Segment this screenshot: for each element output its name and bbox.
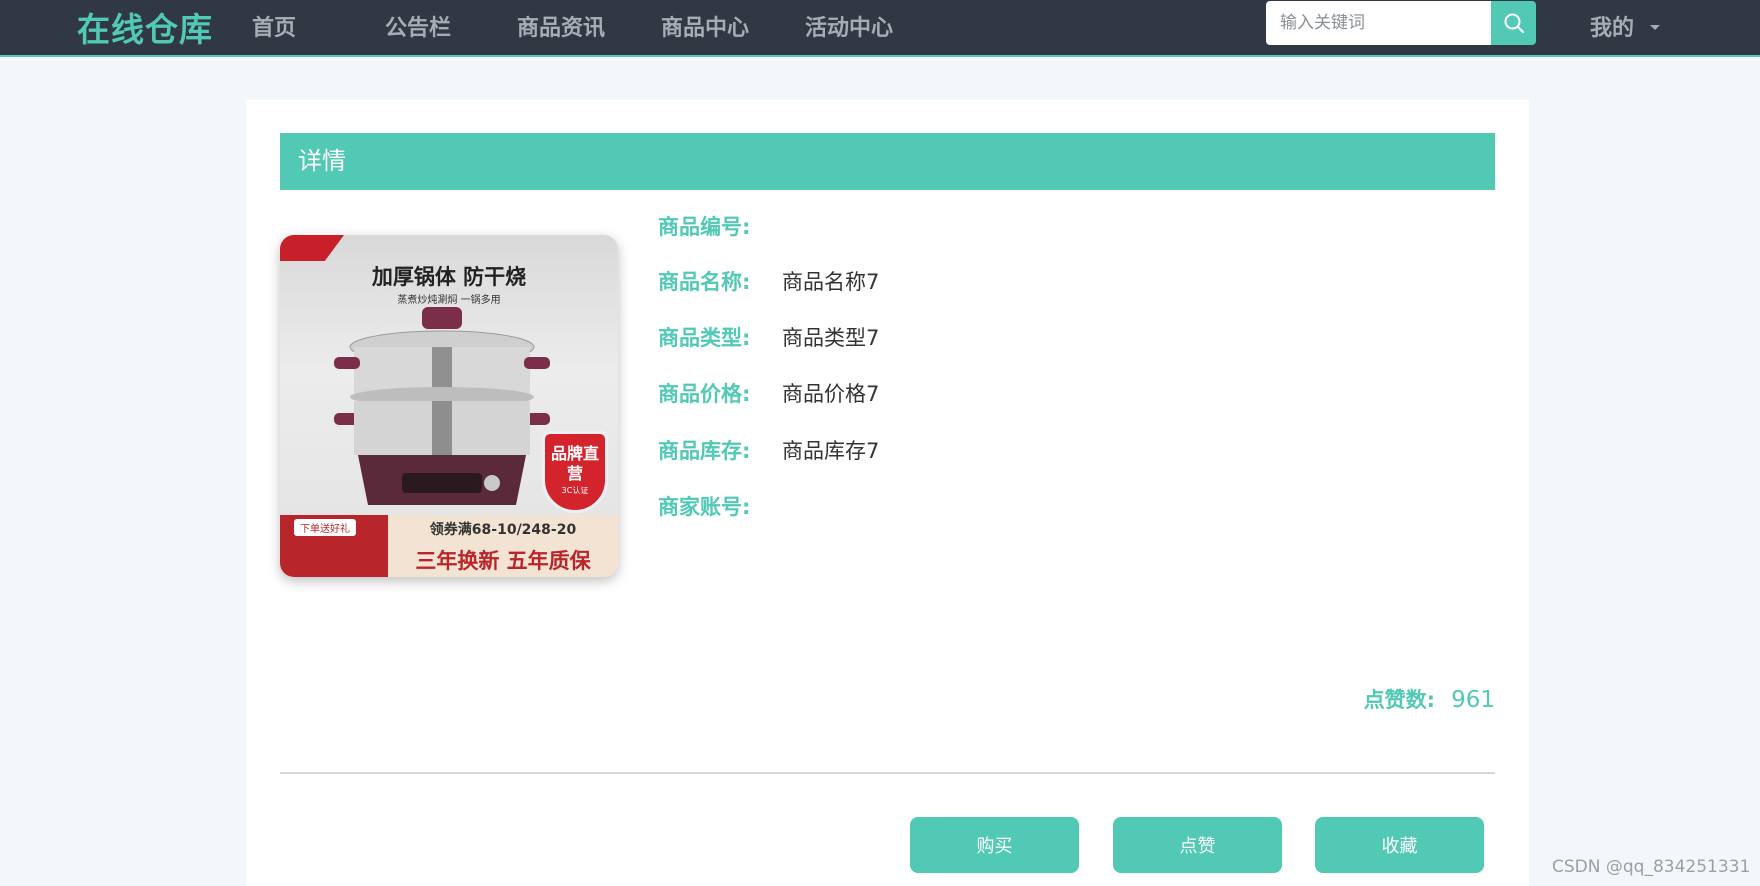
image-subline: 蒸煮炒炖涮焖 一锅多用 — [397, 295, 501, 306]
image-promo-strip: 下单送好礼 领券满68-10/248-20 三年换新 五年质保 — [280, 515, 618, 577]
detail-header: 详情 — [280, 133, 1495, 190]
warranty-text: 三年换新 五年质保 — [415, 549, 591, 573]
image-headline: 加厚锅体 防干烧 — [371, 265, 527, 289]
nav-item-news[interactable]: 商品资讯 — [517, 10, 605, 42]
brand-logo[interactable]: 在线仓库 — [77, 3, 213, 51]
field-label: 商品库存: — [658, 439, 751, 463]
nav-item-announcements[interactable]: 公告栏 — [385, 10, 451, 42]
field-label: 商品价格: — [658, 382, 751, 406]
likes-count: 点赞数: 961 — [1364, 684, 1495, 714]
field-label: 商品类型: — [658, 326, 751, 350]
brand-badge: 品牌直营 3C认证 — [542, 431, 608, 513]
detail-card: 详情 加厚锅体 防干烧 蒸煮炒炖涮焖 一锅多用 品牌直营 3C认证 下单送好礼 … — [246, 100, 1529, 886]
field-label: 商品名称: — [658, 270, 751, 294]
field-value: 商品库存7 — [782, 439, 880, 463]
user-menu-dropdown[interactable]: 我的 — [1590, 10, 1661, 42]
watermark: CSDN @qq_834251331 — [1552, 857, 1751, 877]
brand-corner-logo — [280, 235, 344, 261]
field-value: 商品类型7 — [782, 326, 880, 350]
field-label: 商家账号: — [658, 495, 751, 519]
coupon-text: 领券满68-10/248-20 — [429, 522, 577, 538]
field-label: 商品编号: — [658, 215, 751, 239]
top-navbar: 在线仓库 首页 公告栏 商品资讯 商品中心 活动中心 我的 — [0, 0, 1760, 57]
search-box — [1266, 1, 1536, 45]
field-value: 商品价格7 — [782, 382, 880, 406]
user-menu-label: 我的 — [1590, 16, 1635, 41]
product-image: 加厚锅体 防干烧 蒸煮炒炖涮焖 一锅多用 品牌直营 3C认证 下单送好礼 领券满… — [280, 235, 618, 577]
favorite-button[interactable]: 收藏 — [1315, 817, 1484, 873]
nav-item-products[interactable]: 商品中心 — [661, 10, 749, 42]
field-product-id: 商品编号: — [658, 211, 782, 241]
field-product-stock: 商品库存: 商品库存7 — [658, 435, 879, 465]
gift-panel: 下单送好礼 — [280, 515, 388, 577]
field-product-price: 商品价格: 商品价格7 — [658, 378, 879, 408]
field-product-name: 商品名称: 商品名称7 — [658, 266, 879, 296]
caret-down-icon — [1650, 24, 1661, 30]
likes-label: 点赞数: — [1363, 688, 1436, 712]
likes-value: 961 — [1451, 687, 1495, 713]
field-value: 商品名称7 — [782, 270, 880, 294]
like-button[interactable]: 点赞 — [1113, 817, 1282, 873]
cooking-pot-icon — [334, 307, 550, 505]
nav-item-activities[interactable]: 活动中心 — [805, 10, 893, 42]
search-button[interactable] — [1491, 1, 1536, 45]
buy-button[interactable]: 购买 — [910, 817, 1079, 873]
search-input[interactable] — [1266, 1, 1491, 45]
nav-item-home[interactable]: 首页 — [252, 10, 296, 42]
divider — [280, 772, 1495, 774]
field-product-type: 商品类型: 商品类型7 — [658, 322, 879, 352]
field-merchant-account: 商家账号: — [658, 491, 782, 521]
search-icon — [1504, 13, 1524, 33]
